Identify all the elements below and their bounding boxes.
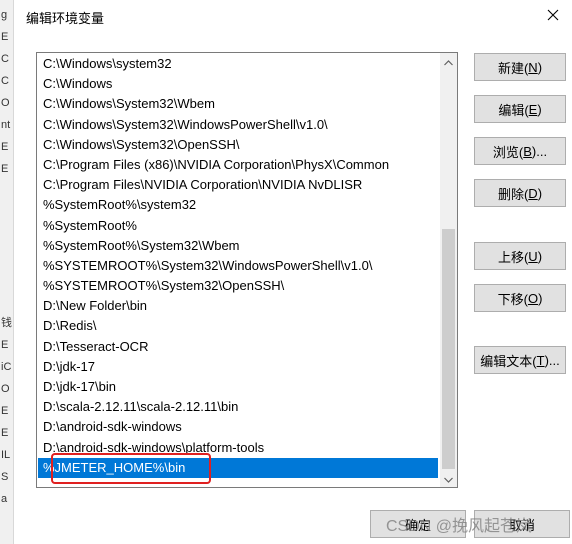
path-list-item[interactable]: C:\Windows\System32\WindowsPowerShell\v1… xyxy=(38,115,438,135)
path-list-item[interactable]: D:\Tesseract-OCR xyxy=(38,337,438,357)
background-window-glyph: C xyxy=(1,75,9,87)
background-window-glyph: C xyxy=(1,53,9,65)
browse-button[interactable]: 浏览(B)... xyxy=(474,137,566,165)
vertical-scrollbar[interactable] xyxy=(440,53,457,487)
background-window-glyph: IL xyxy=(1,449,11,461)
ok-button-label: 确定 xyxy=(404,517,431,533)
browse-button-suffix: )... xyxy=(531,143,548,159)
path-list-item[interactable]: C:\Program Files\NVIDIA Corporation\NVID… xyxy=(38,175,438,195)
path-list-item[interactable]: D:\jdk-17 xyxy=(38,357,438,377)
cancel-button-label: 取消 xyxy=(508,517,535,533)
move-down-button-key: O xyxy=(527,290,539,306)
edit-environment-variable-dialog: 编辑环境变量 C:\Windows\system32 C:\Windows C:\W… xyxy=(14,0,572,544)
background-window-glyph: E xyxy=(1,31,9,43)
path-list-item[interactable]: C:\Windows\System32\OpenSSH\ xyxy=(38,135,438,155)
move-up-button-label: 上移( xyxy=(497,249,529,265)
background-window-glyph: O xyxy=(1,383,10,395)
cancel-button[interactable]: 取消 xyxy=(474,510,570,538)
background-window-glyph: E xyxy=(1,163,9,175)
path-list-item[interactable]: D:\android-sdk-windows xyxy=(38,417,438,437)
background-window-glyph: nt xyxy=(1,119,11,131)
edit-button-label: 编辑( xyxy=(498,102,529,118)
path-list-item[interactable]: C:\Windows xyxy=(38,74,438,94)
path-list-item[interactable]: %SystemRoot%\system32 xyxy=(38,195,438,215)
background-window-glyph: E xyxy=(1,405,9,417)
background-window-glyph: g xyxy=(1,9,8,21)
background-window-glyph: E xyxy=(1,339,9,351)
background-window-glyph: E xyxy=(1,427,9,439)
move-down-button[interactable]: 下移(O) xyxy=(474,284,566,312)
background-window-glyph: S xyxy=(1,471,9,483)
path-list-item[interactable]: D:\scala-2.12.11\scala-2.12.11\bin xyxy=(38,397,438,417)
scroll-up-button[interactable] xyxy=(440,53,457,70)
dialog-title: 编辑环境变量 xyxy=(26,11,105,26)
delete-button-label: 删除( xyxy=(497,186,529,202)
edit-button-key: E xyxy=(528,101,538,117)
path-list: C:\Windows\system32 C:\Windows C:\Windows\… xyxy=(38,54,438,478)
edit-text-button-label: 编辑文本( xyxy=(480,353,537,369)
path-list-item[interactable]: C:\Program Files (x86)\NVIDIA Corporatio… xyxy=(38,155,438,175)
browse-button-label: 浏览( xyxy=(492,144,524,160)
path-list-item[interactable]: D:\android-sdk-windows\platform-tools xyxy=(38,438,438,458)
new-button[interactable]: 新建(N) xyxy=(474,53,566,81)
background-window-edge: g E C C Ont E E 钱 EiC O E E IL Sa xyxy=(0,0,14,544)
delete-button-key: D xyxy=(528,185,538,201)
move-up-button[interactable]: 上移(U) xyxy=(474,242,566,270)
edit-button[interactable]: 编辑(E) xyxy=(474,95,566,123)
edit-text-button-key: T xyxy=(536,352,545,368)
scroll-thumb[interactable] xyxy=(442,229,455,469)
background-window-glyph: O xyxy=(1,97,10,109)
new-button-label: 新建( xyxy=(497,60,529,76)
path-list-item[interactable]: %JMETER_HOME%\bin xyxy=(38,457,438,478)
move-up-button-suffix: ) xyxy=(537,248,543,264)
browse-button-key: B xyxy=(523,143,532,159)
path-list-item[interactable]: %SystemRoot% xyxy=(38,216,438,236)
close-button[interactable] xyxy=(540,4,566,28)
path-list-item[interactable]: %SYSTEMROOT%\System32\OpenSSH\ xyxy=(38,276,438,296)
delete-button[interactable]: 删除(D) xyxy=(474,179,566,207)
scroll-down-button[interactable] xyxy=(440,470,457,487)
background-window-glyph: 钱 xyxy=(1,317,12,329)
title-bar: 编辑环境变量 xyxy=(14,0,572,32)
background-window-glyph: a xyxy=(1,493,8,505)
move-up-button-key: U xyxy=(528,248,538,264)
move-down-button-label: 下移( xyxy=(497,291,528,307)
edit-text-button-suffix: )... xyxy=(544,352,560,368)
edit-text-button[interactable]: 编辑文本(T)... xyxy=(474,346,566,374)
background-window-glyph: E xyxy=(1,141,9,153)
path-list-item[interactable]: %SystemRoot%\System32\Wbem xyxy=(38,236,438,256)
background-window-glyph: iC xyxy=(1,361,12,373)
path-list-item[interactable]: D:\jdk-17\bin xyxy=(38,377,438,397)
delete-button-suffix: ) xyxy=(537,185,543,201)
path-list-box[interactable]: C:\Windows\system32 C:\Windows C:\Windows\… xyxy=(36,52,458,488)
chevron-down-icon xyxy=(444,471,453,486)
path-list-item[interactable]: C:\Windows\System32\Wbem xyxy=(38,94,438,114)
path-list-item[interactable]: D:\New Folder\bin xyxy=(38,296,438,316)
close-icon xyxy=(547,9,559,24)
path-list-item[interactable]: C:\Windows\system32 xyxy=(38,54,438,74)
ok-button[interactable]: 确定 xyxy=(370,510,466,538)
move-down-button-suffix: ) xyxy=(538,290,543,306)
new-button-suffix: ) xyxy=(537,59,543,75)
chevron-up-icon xyxy=(444,54,453,69)
path-list-item[interactable]: D:\Redis\ xyxy=(38,316,438,336)
new-button-key: N xyxy=(528,59,538,75)
edit-button-suffix: ) xyxy=(537,101,542,117)
path-list-item[interactable]: %SYSTEMROOT%\System32\WindowsPowerShell\… xyxy=(38,256,438,276)
